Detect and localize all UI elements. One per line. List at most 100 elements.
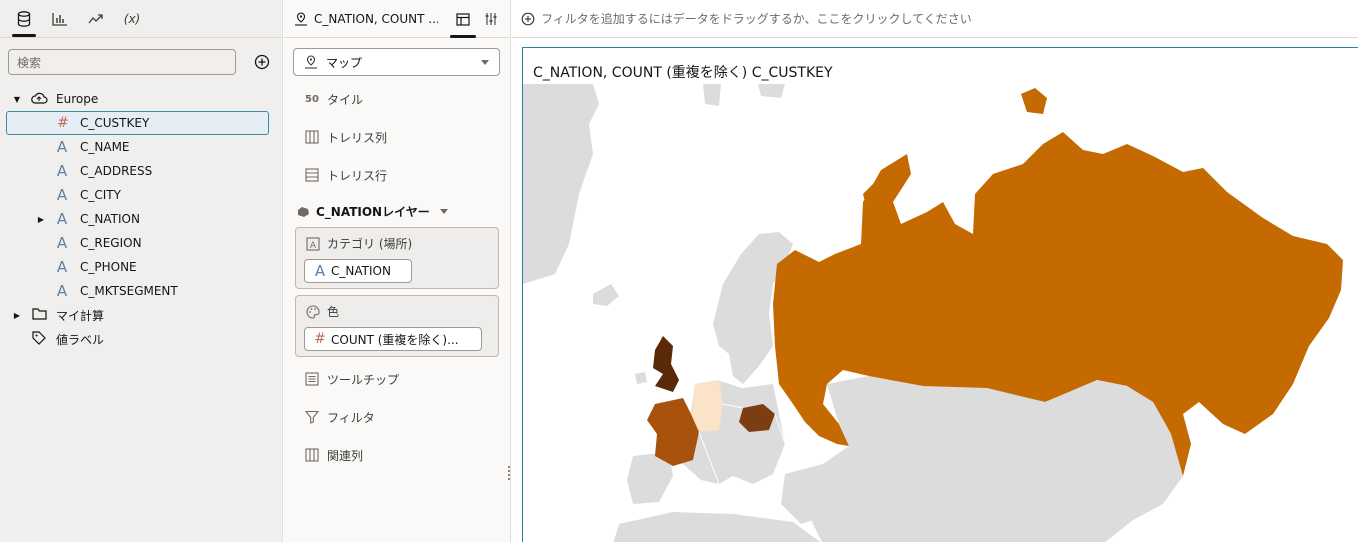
tree-column-c-address[interactable]: A C_ADDRESS: [0, 159, 282, 183]
tree-column-c-custkey[interactable]: # C_CUSTKEY: [6, 111, 269, 135]
drop-target-tooltip[interactable]: ツールチップ: [304, 369, 399, 389]
column-label: C_NATION: [80, 212, 140, 226]
chip-label: COUNT (重複を除く)...: [331, 332, 459, 347]
layer-label: C_NATIONレイヤー: [316, 205, 430, 219]
search-row: 検索: [8, 49, 278, 75]
chevron-down-icon[interactable]: ▼: [12, 94, 22, 104]
grammar-panel-header: C_NATION, COUNT ...: [284, 0, 510, 38]
drop-target-trellis-columns[interactable]: トレリス列: [304, 127, 387, 147]
drop-target-color[interactable]: 色 # COUNT (重複を除く)...: [295, 295, 499, 357]
tree-column-c-phone[interactable]: A C_PHONE: [0, 255, 282, 279]
drop-target-label: 色: [327, 305, 340, 319]
plus-circle-icon: [521, 12, 535, 26]
tab-visualizations[interactable]: [42, 1, 78, 37]
palette-icon: [305, 304, 321, 320]
viz-type-select[interactable]: マップ: [293, 48, 500, 76]
viz-name-label: C_NATION, COUNT ...: [314, 11, 438, 26]
choropleth-map[interactable]: [523, 84, 1358, 542]
data-panel: (x) 検索 ▼ Europe # C_CUSTKEY A C_NAME A C…: [0, 0, 283, 542]
drop-target-label: ツールチップ: [327, 372, 400, 387]
tree-node-my-calculations[interactable]: ▶ マイ計算: [0, 303, 282, 327]
column-label: C_CITY: [80, 188, 121, 202]
sliders-icon: [485, 13, 497, 25]
number-type-icon: #: [57, 115, 69, 131]
attribute-type-icon: A: [56, 162, 68, 180]
drop-target-title: A カテゴリ (場所): [305, 235, 412, 252]
tree-node-label: マイ計算: [56, 308, 105, 323]
drop-target-label: トレリス行: [327, 168, 388, 183]
tree-column-c-name[interactable]: A C_NAME: [0, 135, 282, 159]
drop-target-filter[interactable]: フィルタ: [304, 407, 375, 427]
drop-target-label: フィルタ: [327, 410, 375, 425]
chip-label: C_NATION: [331, 264, 391, 278]
column-label: C_NAME: [80, 140, 130, 154]
layer-header[interactable]: C_NATIONレイヤー: [296, 203, 448, 220]
chart-icon: [52, 13, 67, 26]
drop-target-trellis-rows[interactable]: トレリス行: [304, 165, 387, 185]
grammar-panel: C_NATION, COUNT ... マップ 50 タイル トレリス列 トレリ…: [284, 0, 511, 542]
drop-target-label: トレリス列: [327, 130, 388, 145]
land-ireland: [635, 372, 647, 384]
trellis-rows-icon: [304, 167, 320, 183]
drop-target-tile[interactable]: 50 タイル: [304, 89, 363, 109]
tab-grammar[interactable]: [450, 10, 476, 38]
tooltip-icon: [304, 371, 320, 387]
database-icon: [17, 11, 31, 27]
viz-type-label: マップ: [326, 55, 363, 70]
function-icon: (x): [123, 12, 141, 26]
drop-target-related-columns[interactable]: 関連列: [304, 445, 363, 465]
chevron-down-icon[interactable]: [439, 209, 448, 214]
tree-column-c-mktsegment[interactable]: A C_MKTSEGMENT: [0, 279, 282, 303]
tag-icon: [32, 330, 46, 348]
attribute-type-icon: A: [314, 262, 326, 280]
add-data-button[interactable]: [253, 53, 271, 71]
related-columns-icon: [304, 447, 320, 463]
attribute-type-icon: A: [56, 234, 68, 252]
drop-target-label: タイル: [327, 92, 364, 107]
tree-column-c-city[interactable]: A C_CITY: [0, 183, 282, 207]
tree-node-value-labels[interactable]: 値ラベル: [0, 327, 282, 351]
column-label: C_PHONE: [80, 260, 137, 274]
tree-node-europe[interactable]: ▼ Europe: [0, 87, 282, 111]
folder-icon: [32, 307, 47, 323]
column-label: C_ADDRESS: [80, 164, 153, 178]
trellis-columns-icon: [304, 129, 320, 145]
chevron-down-icon: [481, 60, 489, 65]
tab-analytics[interactable]: [78, 1, 114, 37]
svg-text:A: A: [310, 241, 317, 251]
search-input[interactable]: 検索: [8, 49, 236, 75]
filter-hint: フィルタを追加するにはデータをドラッグするか、ここをクリックしてください: [541, 12, 972, 26]
layout-icon: [456, 12, 470, 26]
attribute-type-icon: A: [56, 210, 68, 228]
attribute-type-icon: A: [56, 258, 68, 276]
column-label: C_CUSTKEY: [80, 116, 150, 130]
app-window: (x) 検索 ▼ Europe # C_CUSTKEY A C_NAME A C…: [0, 0, 1358, 542]
tree-node-label: Europe: [56, 92, 99, 106]
column-chip-c-nation[interactable]: A C_NATION: [304, 259, 412, 283]
filter-icon: [304, 409, 320, 425]
tree-column-c-nation[interactable]: ▶ A C_NATION: [0, 207, 282, 231]
tree-column-c-region[interactable]: A C_REGION: [0, 231, 282, 255]
chevron-right-icon[interactable]: ▶: [36, 214, 46, 224]
column-chip-count[interactable]: # COUNT (重複を除く)...: [304, 327, 482, 351]
panel-resize-handle[interactable]: [508, 466, 510, 480]
attribute-type-icon: A: [56, 186, 68, 204]
drop-target-category[interactable]: A カテゴリ (場所) A C_NATION: [295, 227, 499, 289]
layer-shape-icon: [298, 206, 309, 217]
search-placeholder: 検索: [17, 55, 42, 70]
tree-node-label: 値ラベル: [56, 332, 105, 347]
land-svalbard: [703, 84, 721, 106]
data-tree: ▼ Europe # C_CUSTKEY A C_NAME A C_ADDRES…: [0, 87, 282, 351]
chevron-right-icon[interactable]: ▶: [12, 310, 22, 320]
column-label: C_MKTSEGMENT: [80, 284, 178, 298]
attribute-type-icon: A: [56, 282, 68, 300]
filter-bar[interactable]: フィルタを追加するにはデータをドラッグするか、ここをクリックしてください: [512, 0, 1358, 38]
tab-data[interactable]: [6, 1, 42, 37]
tab-properties[interactable]: [482, 10, 500, 28]
tab-calculations[interactable]: (x): [114, 1, 150, 37]
cloud-icon: [30, 92, 48, 107]
trend-icon: [88, 14, 103, 24]
map-visualization[interactable]: C_NATION, COUNT (重複を除く) C_CUSTKEY: [522, 47, 1358, 542]
drop-target-title: 色: [305, 303, 339, 320]
map-pin-icon: [305, 55, 317, 69]
